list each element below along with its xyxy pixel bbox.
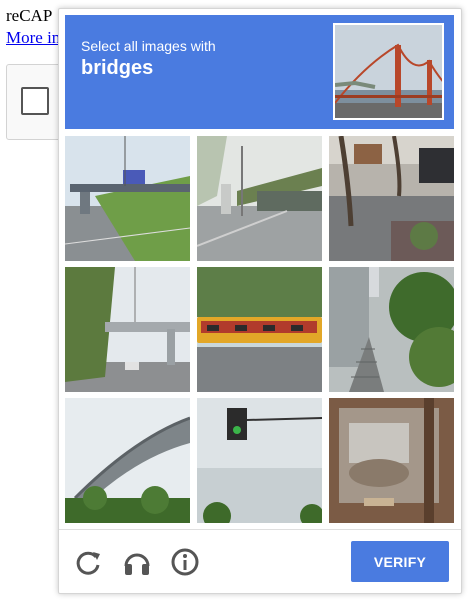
reload-icon[interactable]	[73, 546, 105, 578]
image-tile-2[interactable]	[197, 136, 322, 261]
background-more-info-link[interactable]: More in	[6, 28, 60, 48]
verify-button[interactable]: VERIFY	[351, 541, 449, 582]
sample-image	[333, 23, 444, 120]
image-tile-8[interactable]	[197, 398, 322, 523]
image-tile-6[interactable]	[329, 267, 454, 392]
image-grid	[65, 136, 454, 525]
captcha-dialog: Select all images with bridges VERIFY	[58, 8, 462, 594]
background-title: reCAP	[6, 6, 53, 25]
recaptcha-checkbox[interactable]	[21, 87, 49, 115]
challenge-footer: VERIFY	[59, 529, 461, 594]
image-tile-7[interactable]	[65, 398, 190, 523]
image-tile-9[interactable]	[329, 398, 454, 523]
challenge-header: Select all images with bridges	[65, 15, 454, 129]
instruction-text: Select all images with	[81, 38, 216, 54]
image-tile-3[interactable]	[329, 136, 454, 261]
image-tile-1[interactable]	[65, 136, 190, 261]
image-tile-4[interactable]	[65, 267, 190, 392]
target-object: bridges	[81, 57, 154, 79]
image-tile-5[interactable]	[197, 267, 322, 392]
info-icon[interactable]	[169, 546, 201, 578]
headphones-icon[interactable]	[121, 546, 153, 578]
